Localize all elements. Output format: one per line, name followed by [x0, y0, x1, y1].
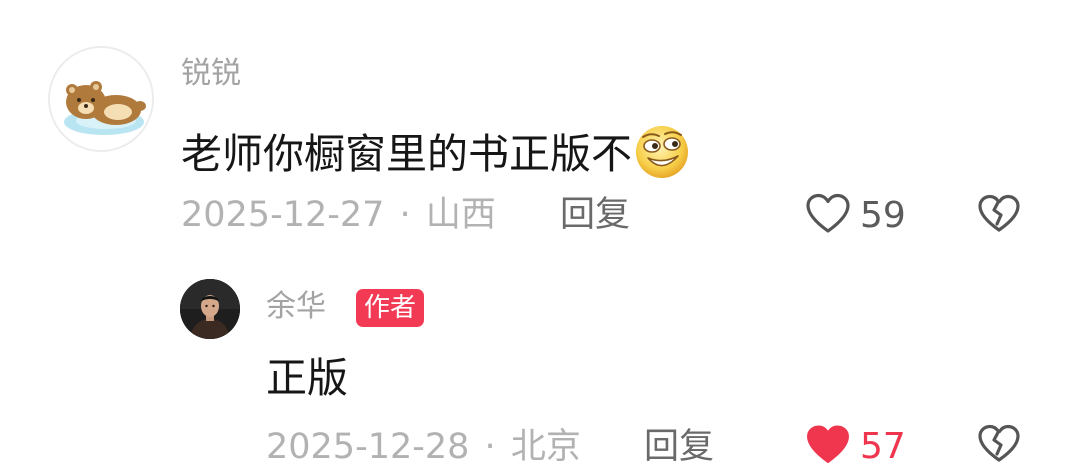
author-username[interactable]: 余华	[266, 292, 326, 322]
comment-text: 老师你橱窗里的书正版不	[181, 130, 632, 178]
reply-to-reply-button[interactable]: 回复	[644, 430, 714, 465]
author-avatar[interactable]	[180, 279, 240, 339]
author-badge: 作者	[356, 289, 425, 327]
reply-meta: 2025-12-28 · 北京	[266, 430, 581, 465]
like-button[interactable]	[805, 193, 851, 235]
reply-text: 正版	[266, 354, 348, 402]
heart-filled-icon	[807, 425, 849, 463]
comment-date: 2025-12-27	[181, 195, 385, 235]
dislike-button[interactable]	[977, 194, 1021, 234]
reply-like-button[interactable]	[805, 424, 851, 466]
like-count: 59	[860, 195, 906, 236]
reply-dislike-button[interactable]	[977, 424, 1021, 464]
heart-outline-icon	[806, 193, 850, 233]
commenter-username[interactable]: 锐锐	[181, 59, 241, 89]
comment-meta: 2025-12-27 · 山西	[181, 198, 496, 233]
comment-text-row: 老师你橱窗里的书正版不	[181, 124, 690, 180]
meta-separator: ·	[484, 427, 496, 467]
broken-heart-icon	[978, 194, 1020, 232]
reply-location: 北京	[510, 427, 581, 467]
reply-button[interactable]: 回复	[560, 198, 630, 233]
bear-avatar-icon	[50, 48, 152, 150]
meta-separator: ·	[399, 195, 411, 235]
grinning-emoji-icon	[634, 124, 690, 180]
comment-location: 山西	[425, 195, 496, 235]
person-avatar-icon	[180, 279, 240, 339]
commenter-avatar[interactable]	[48, 46, 154, 152]
broken-heart-icon	[978, 424, 1020, 462]
reply-like-count: 57	[860, 426, 906, 467]
reply-date: 2025-12-28	[266, 427, 470, 467]
